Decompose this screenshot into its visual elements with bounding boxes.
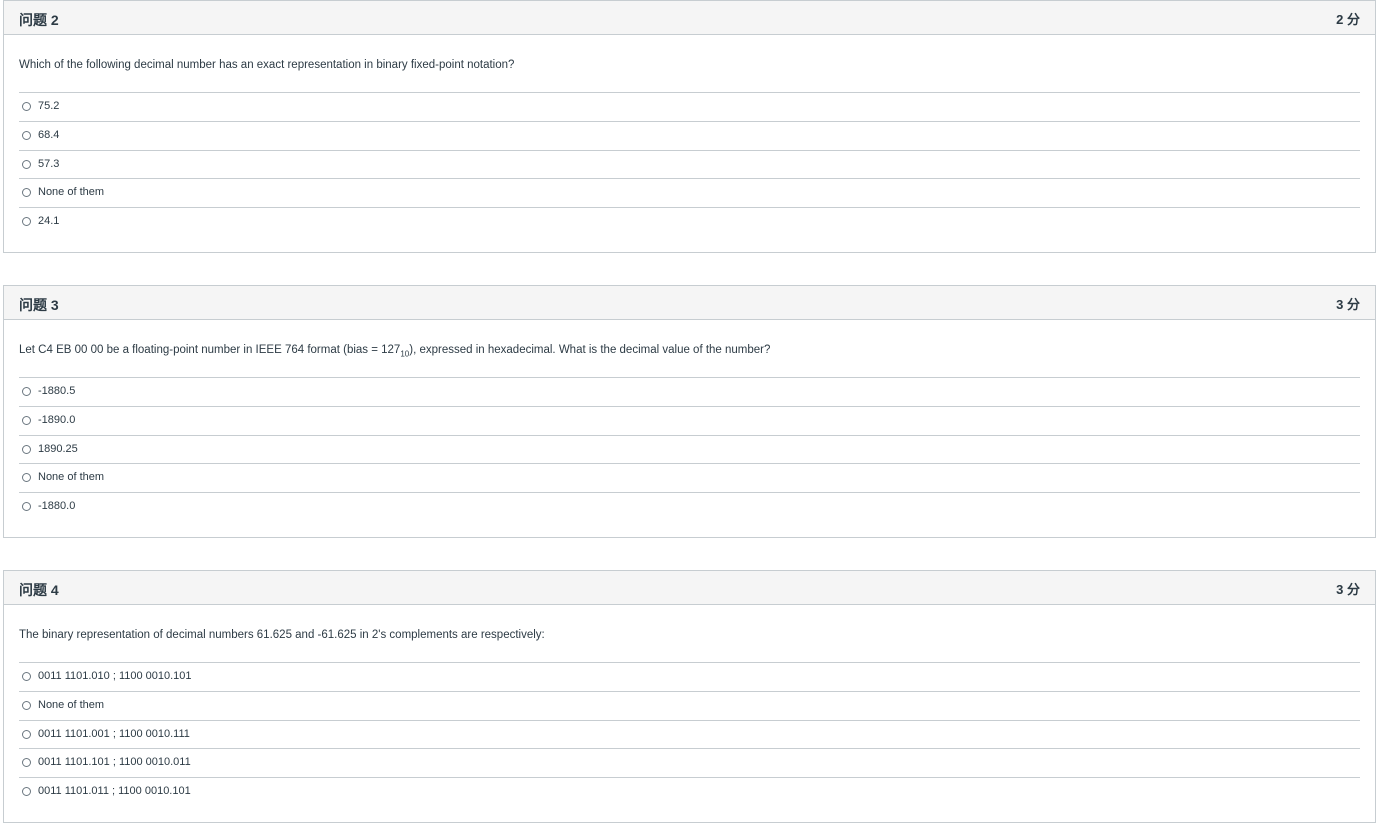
question-title: 问题 3 xyxy=(19,297,59,313)
question-points: 3 分 xyxy=(1336,582,1360,597)
radio-button[interactable] xyxy=(22,217,31,226)
answer-list: 0011 1101.010 ; 1100 0010.101 None of th… xyxy=(19,662,1360,806)
answer-label: 68.4 xyxy=(38,128,60,141)
radio-button[interactable] xyxy=(22,102,31,111)
answer-option[interactable]: 75.2 xyxy=(19,92,1360,121)
answer-label: -1880.0 xyxy=(38,500,76,512)
answer-option[interactable]: 0011 1101.010 ; 1100 0010.101 xyxy=(19,662,1360,691)
question-card: 问题 3 3 分 Let C4 EB 00 00 be a floating-p… xyxy=(3,285,1376,538)
radio-button[interactable] xyxy=(22,130,31,140)
answer-option[interactable]: 0011 1101.101 ; 1100 0010.011 xyxy=(19,748,1360,777)
radio-button[interactable] xyxy=(22,387,31,396)
question-header: 问题 2 2 分 xyxy=(4,1,1375,35)
answer-option[interactable]: None of them xyxy=(19,690,1360,720)
answer-option[interactable]: None of them xyxy=(19,178,1360,207)
answer-option[interactable]: 68.4 xyxy=(19,120,1360,150)
question-title: 问题 2 xyxy=(19,12,59,28)
question-text-part: ), expressed in hexadecimal. What is the… xyxy=(409,344,771,356)
radio-button[interactable] xyxy=(22,444,31,454)
answer-list: -1880.5 -1890.0 1890.25 None of them -18… xyxy=(19,377,1360,521)
question-points: 2 分 xyxy=(1336,12,1360,27)
answer-label: 1890.25 xyxy=(38,442,78,455)
question-card: 问题 4 3 分 The binary representation of de… xyxy=(3,570,1376,823)
answer-label: None of them xyxy=(38,698,105,711)
radio-button[interactable] xyxy=(22,415,31,425)
radio-button[interactable] xyxy=(22,700,31,710)
answer-option[interactable]: 1890.25 xyxy=(19,434,1360,464)
answer-label: 0011 1101.010 ; 1100 0010.101 xyxy=(38,670,192,682)
radio-button[interactable] xyxy=(22,729,31,739)
answer-label: 24.1 xyxy=(38,215,60,227)
answer-label: None of them xyxy=(38,186,105,199)
answer-list: 75.2 68.4 57.3 None of them 24.1 xyxy=(19,92,1360,236)
answer-label: 57.3 xyxy=(38,157,60,170)
answer-option[interactable]: 0011 1101.001 ; 1100 0010.111 xyxy=(19,719,1360,749)
subscript: 10 xyxy=(400,349,410,359)
question-points: 3 分 xyxy=(1336,297,1360,312)
question-text: The binary representation of decimal num… xyxy=(19,629,545,641)
answer-label: None of them xyxy=(38,471,105,484)
answer-label: 0011 1101.011 ; 1100 0010.101 xyxy=(38,785,191,797)
radio-button[interactable] xyxy=(22,159,31,169)
answer-option[interactable]: -1880.5 xyxy=(19,377,1360,406)
question-card: 问题 2 2 分 Which of the following decimal … xyxy=(3,0,1376,253)
quiz-page: 问题 2 2 分 Which of the following decimal … xyxy=(0,0,1379,828)
answer-label: 0011 1101.101 ; 1100 0010.011 xyxy=(38,756,191,769)
answer-label: -1880.5 xyxy=(38,385,76,397)
radio-button[interactable] xyxy=(22,473,31,483)
radio-button[interactable] xyxy=(22,787,31,796)
answer-option[interactable]: -1880.0 xyxy=(19,492,1360,521)
answer-option[interactable]: -1890.0 xyxy=(19,405,1360,435)
question-text: Which of the following decimal number ha… xyxy=(19,59,515,71)
answer-label: 0011 1101.001 ; 1100 0010.111 xyxy=(38,727,190,740)
question-text: Let C4 EB 00 00 be a floating-point numb… xyxy=(19,344,770,358)
question-title: 问题 4 xyxy=(19,582,59,598)
question-header: 问题 3 3 分 xyxy=(4,286,1375,320)
answer-option[interactable]: None of them xyxy=(19,463,1360,492)
radio-button[interactable] xyxy=(22,188,31,198)
answer-option[interactable]: 57.3 xyxy=(19,149,1360,179)
question-text-part: Let C4 EB 00 00 be a floating-point numb… xyxy=(19,344,401,356)
radio-button[interactable] xyxy=(22,672,31,681)
radio-button[interactable] xyxy=(22,758,31,768)
answer-label: 75.2 xyxy=(38,100,60,112)
answer-option[interactable]: 24.1 xyxy=(19,207,1360,236)
answer-label: -1890.0 xyxy=(38,413,76,426)
question-header: 问题 4 3 分 xyxy=(4,571,1375,605)
answer-option[interactable]: 0011 1101.011 ; 1100 0010.101 xyxy=(19,777,1360,806)
radio-button[interactable] xyxy=(22,502,31,511)
